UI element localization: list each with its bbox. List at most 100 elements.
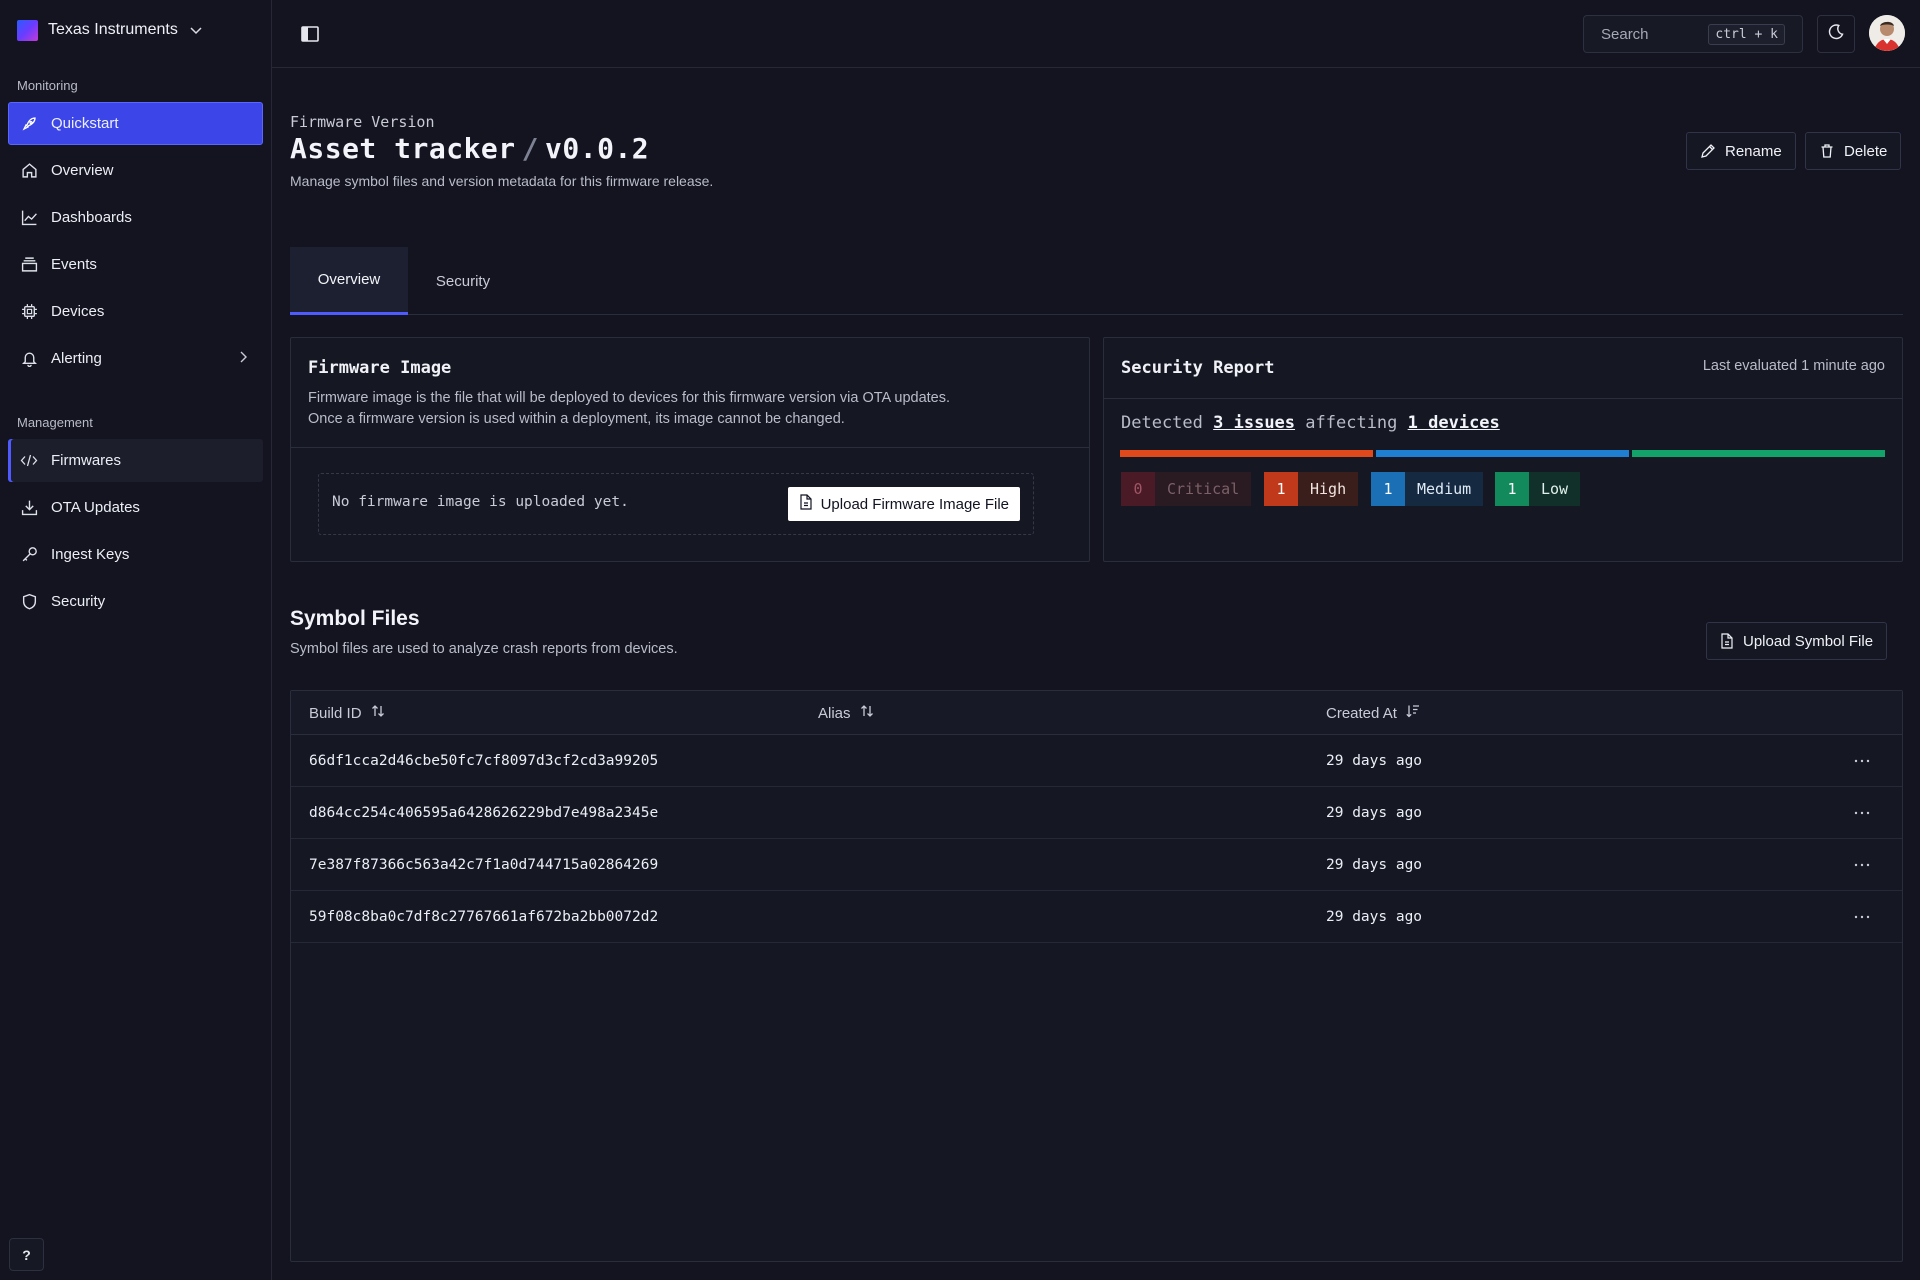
sidebar-item-label: Overview bbox=[51, 162, 114, 179]
column-label: Created At bbox=[1326, 704, 1397, 722]
table-row[interactable]: 7e387f87366c563a42c7f1a0d744715a02864269… bbox=[291, 839, 1902, 891]
symbol-files-title: Symbol Files bbox=[290, 607, 420, 630]
moon-icon bbox=[1827, 23, 1845, 46]
file-icon bbox=[799, 494, 813, 514]
page-title: Asset tracker / v0.0.2 bbox=[290, 132, 649, 165]
delete-label: Delete bbox=[1844, 142, 1888, 160]
more-icon[interactable] bbox=[1850, 749, 1874, 773]
bell-icon bbox=[19, 349, 39, 369]
card-divider bbox=[291, 447, 1089, 448]
sidebar-item-label: Security bbox=[51, 593, 106, 610]
sidebar-item-events[interactable]: Events bbox=[8, 243, 263, 286]
card-divider bbox=[1104, 398, 1902, 399]
sidebar-item-label: Dashboards bbox=[51, 209, 132, 226]
sort-icon bbox=[859, 703, 875, 723]
table-row[interactable]: 66df1cca2d46cbe50fc7cf8097d3cf2cd3a99205… bbox=[291, 735, 1902, 787]
avatar[interactable] bbox=[1869, 15, 1905, 51]
sidebar-item-overview[interactable]: Overview bbox=[8, 149, 263, 192]
table-row[interactable]: 59f08c8ba0c7df8c27767661af672ba2bb0072d2… bbox=[291, 891, 1902, 943]
table-row[interactable]: d864cc254c406595a6428626229bd7e498a2345e… bbox=[291, 787, 1902, 839]
table-header: Build ID Alias Created At bbox=[291, 691, 1902, 735]
search-input[interactable]: Search ctrl + k bbox=[1583, 15, 1803, 53]
critical-label: Critical bbox=[1155, 472, 1252, 506]
severity-bar-medium bbox=[1376, 450, 1629, 457]
sidebar-item-firmwares[interactable]: Firmwares bbox=[8, 439, 263, 482]
sidebar-item-devices[interactable]: Devices bbox=[8, 290, 263, 333]
rocket-icon bbox=[19, 114, 39, 134]
tab-bar: Overview Security bbox=[290, 247, 1903, 315]
severity-chip-high[interactable]: 1 High bbox=[1264, 472, 1359, 506]
devices-link[interactable]: 1 devices bbox=[1408, 413, 1500, 433]
upload-firmware-label: Upload Firmware Image File bbox=[820, 495, 1009, 513]
column-build-id[interactable]: Build ID bbox=[309, 691, 386, 735]
high-label: High bbox=[1298, 472, 1359, 506]
sidebar-item-label: Alerting bbox=[51, 350, 102, 367]
firmware-image-title: Firmware Image bbox=[308, 358, 452, 378]
more-icon[interactable] bbox=[1850, 853, 1874, 877]
firmware-image-desc-line2: Once a firmware version is used within a… bbox=[308, 411, 845, 427]
sidebar-item-alerting[interactable]: Alerting bbox=[8, 337, 263, 380]
column-alias[interactable]: Alias bbox=[818, 691, 875, 735]
column-created-at[interactable]: Created At bbox=[1326, 691, 1421, 735]
firmware-image-desc-line1: Firmware image is the file that will be … bbox=[308, 390, 951, 406]
build-id: 7e387f87366c563a42c7f1a0d744715a02864269 bbox=[309, 857, 659, 873]
sidebar-item-label: Devices bbox=[51, 303, 105, 320]
sidebar-toggle-icon[interactable] bbox=[300, 24, 320, 44]
firmware-image-card: Firmware Image Firmware image is the fil… bbox=[290, 337, 1090, 562]
sidebar-item-ingest-keys[interactable]: Ingest Keys bbox=[8, 533, 263, 576]
build-id: d864cc254c406595a6428626229bd7e498a2345e bbox=[309, 805, 659, 821]
sidebar-item-label: Ingest Keys bbox=[51, 546, 130, 563]
created-at: 29 days ago bbox=[1326, 857, 1423, 873]
affecting-text: affecting bbox=[1305, 413, 1398, 433]
severity-chip-critical[interactable]: 0 Critical bbox=[1121, 472, 1252, 506]
pencil-icon bbox=[1700, 143, 1716, 159]
severity-chip-low[interactable]: 1 Low bbox=[1495, 472, 1581, 506]
title-separator: / bbox=[521, 132, 540, 165]
build-id: 66df1cca2d46cbe50fc7cf8097d3cf2cd3a99205 bbox=[309, 753, 659, 769]
rename-button[interactable]: Rename bbox=[1686, 132, 1796, 170]
tab-security[interactable]: Security bbox=[408, 247, 518, 315]
firmware-dropzone[interactable]: No firmware image is uploaded yet. Uploa… bbox=[318, 473, 1034, 535]
empty-firmware-text: No firmware image is uploaded yet. bbox=[332, 494, 629, 510]
tab-overview[interactable]: Overview bbox=[290, 247, 408, 315]
upload-firmware-button[interactable]: Upload Firmware Image File bbox=[787, 487, 1020, 521]
sidebar-item-security[interactable]: Security bbox=[8, 580, 263, 623]
code-icon bbox=[19, 451, 39, 471]
sidebar-item-quickstart[interactable]: Quickstart bbox=[8, 102, 263, 145]
high-count: 1 bbox=[1264, 472, 1298, 506]
theme-toggle-button[interactable] bbox=[1817, 15, 1855, 53]
sort-desc-icon bbox=[1405, 703, 1421, 723]
issues-link[interactable]: 3 issues bbox=[1213, 413, 1295, 433]
key-icon bbox=[19, 545, 39, 565]
delete-button[interactable]: Delete bbox=[1805, 132, 1902, 170]
sidebar-item-dashboards[interactable]: Dashboards bbox=[8, 196, 263, 239]
download-icon bbox=[19, 498, 39, 518]
sidebar-item-label: Firmwares bbox=[51, 452, 121, 469]
chip-icon bbox=[19, 302, 39, 322]
rename-label: Rename bbox=[1725, 142, 1782, 160]
page-description: Manage symbol files and version metadata… bbox=[290, 173, 714, 189]
upload-symbol-label: Upload Symbol File bbox=[1743, 632, 1874, 650]
sidebar-item-ota-updates[interactable]: OTA Updates bbox=[8, 486, 263, 529]
sidebar-item-label: Events bbox=[51, 256, 97, 273]
more-icon[interactable] bbox=[1850, 905, 1874, 929]
critical-count: 0 bbox=[1121, 472, 1155, 506]
sidebar: Texas Instruments Monitoring Quickstart … bbox=[0, 0, 272, 1280]
events-icon bbox=[19, 255, 39, 275]
org-switcher[interactable]: Texas Instruments bbox=[17, 18, 204, 42]
severity-chip-medium[interactable]: 1 Medium bbox=[1371, 472, 1484, 506]
chart-icon bbox=[19, 208, 39, 228]
page-eyebrow: Firmware Version bbox=[290, 113, 435, 131]
column-label: Build ID bbox=[309, 704, 362, 722]
chevron-down-icon bbox=[188, 22, 204, 38]
firmware-version: v0.0.2 bbox=[545, 132, 650, 165]
help-button[interactable]: ? bbox=[9, 1238, 44, 1271]
more-icon[interactable] bbox=[1850, 801, 1874, 825]
column-label: Alias bbox=[818, 704, 851, 722]
sidebar-item-label: OTA Updates bbox=[51, 499, 140, 516]
medium-label: Medium bbox=[1405, 472, 1484, 506]
created-at: 29 days ago bbox=[1326, 805, 1423, 821]
upload-symbol-button[interactable]: Upload Symbol File bbox=[1706, 622, 1888, 660]
org-name: Texas Instruments bbox=[48, 21, 178, 38]
nav-section-management: Management bbox=[17, 415, 93, 430]
